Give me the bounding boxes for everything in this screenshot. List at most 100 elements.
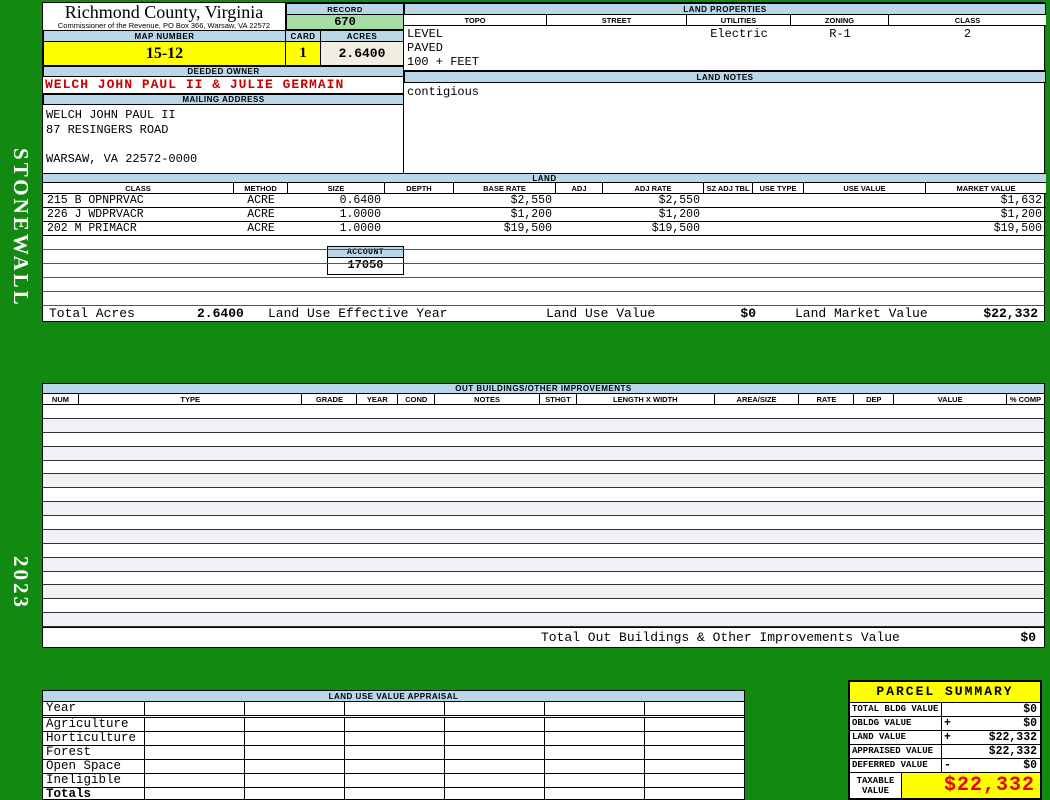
cell-adj (556, 194, 603, 207)
hdr-type: TYPE (79, 394, 303, 404)
out-buildings-total-row: Total Out Buildings & Other Improvements… (43, 627, 1044, 647)
row-label: OBLDG VALUE (850, 717, 942, 730)
address-line: WARSAW, VA 22572-0000 (46, 151, 198, 166)
appraisal-row: Agriculture (43, 718, 744, 732)
out-buildings-empty-rows (43, 405, 1044, 627)
cell-sz-adj-tbl (704, 222, 753, 235)
row-value: $22,332 (988, 731, 1037, 744)
hdr-dep: DEP (854, 394, 895, 404)
appraisal-row: Open Space (43, 760, 744, 774)
cell-use-type (753, 222, 804, 235)
empty-row (43, 236, 1046, 250)
cell-market-value: $1,200 (1000, 208, 1042, 221)
empty-row (43, 292, 1046, 306)
land-table-body: 215 B OPNPRVAC ACRE 0.6400 $2,550 $2,550… (43, 194, 1046, 306)
cell-adj-rate: $2,550 (658, 194, 700, 207)
hdr-length-width: LENGTH X WIDTH (577, 394, 715, 404)
map-number-value: 15-12 (43, 42, 286, 66)
appraisal-title: LAND USE VALUE APPRAISAL (43, 691, 744, 702)
row-operator: + (944, 731, 951, 744)
ob-total-label: Total Out Buildings & Other Improvements… (541, 630, 900, 645)
empty-row (43, 264, 1046, 278)
taxable-value-row: TAXABLE VALUE $22,332 (850, 773, 1040, 798)
cell-adj-rate: $1,200 (658, 208, 700, 221)
cell-use-type (753, 194, 804, 207)
cell-depth (385, 222, 454, 235)
record-box: RECORD 670 (286, 3, 404, 31)
row-operator (942, 745, 954, 758)
summary-row: DEFERRED VALUE - $0 (850, 759, 1040, 773)
cell-adj-rate: $19,500 (651, 222, 700, 235)
land-row: 226 J WDPRVACR ACRE 1.0000 $1,200 $1,200… (43, 208, 1046, 222)
empty-row (43, 585, 1044, 600)
cell-size: 1.0000 (339, 222, 381, 235)
empty-row (43, 543, 1044, 558)
empty-row (43, 613, 1044, 627)
ob-total-value: $0 (1020, 630, 1036, 645)
land-notes-text: contigious (407, 85, 480, 99)
land-properties-title: LAND PROPERTIES (404, 3, 1046, 15)
empty-row (43, 599, 1044, 614)
id-values: 15-12 1 2.6400 (43, 42, 404, 66)
card-label: CARD (286, 31, 321, 42)
land-totals-row: Total Acres 2.6400 Land Use Effective Ye… (43, 306, 1046, 323)
taxable-value-label: TAXABLE VALUE (850, 773, 902, 798)
hdr-use-type: USE TYPE (753, 183, 804, 193)
col-utilities: UTILITIES (687, 15, 791, 25)
commissioner-address: Commissioner of the Revenue, PO Box 366,… (57, 21, 271, 30)
deeded-owner-label: DEEDED OWNER (43, 66, 404, 77)
hdr-grade: GRADE (302, 394, 358, 404)
cell-use-value (804, 194, 926, 207)
row-label: Horticulture (43, 732, 145, 745)
row-label: Forest (43, 746, 145, 759)
empty-row (43, 488, 1044, 503)
empty-row (43, 571, 1044, 586)
land-notes-title: LAND NOTES (404, 71, 1046, 83)
empty-row (43, 418, 1044, 433)
summary-row: TOTAL BLDG VALUE $0 (850, 703, 1040, 717)
land-properties-headers: TOPO STREET UTILITIES ZONING CLASS (404, 15, 1046, 26)
card-value: 1 (286, 42, 321, 66)
hdr-cond: COND (398, 394, 436, 404)
land-use-value: $0 (740, 306, 756, 321)
hdr-area-size: AREA/SIZE (715, 394, 800, 404)
row-value: $0 (1023, 703, 1037, 716)
cell-class: 215 B OPNPRVAC (47, 194, 144, 207)
hdr-year: YEAR (357, 394, 399, 404)
district-label: STONEWALL (9, 148, 33, 308)
col-class: CLASS (954, 15, 981, 25)
row-operator: + (944, 717, 951, 730)
cell-use-type (753, 208, 804, 221)
empty-row (43, 502, 1044, 516)
cell-base-rate: $1,200 (510, 208, 552, 221)
empty-row (43, 405, 1044, 419)
cell-depth (385, 194, 454, 207)
row-value: $0 (1023, 759, 1037, 772)
hdr-notes: NOTES (435, 394, 540, 404)
land-use-value-label: Land Use Value (546, 306, 656, 321)
row-label: Agriculture (43, 718, 145, 731)
empty-row (43, 516, 1044, 530)
hdr-sthgt: STHGT (540, 394, 577, 404)
row-label: DEFERRED VALUE (850, 759, 942, 772)
effective-year-label: Land Use Effective Year (268, 306, 448, 321)
record-value: 670 (286, 15, 404, 30)
appraisal-row: Forest (43, 746, 744, 760)
appraisal-row: Year (43, 702, 744, 716)
cell-depth (385, 208, 454, 221)
address-line (46, 137, 403, 152)
zoning-value: R-1 (829, 27, 851, 41)
hdr-rate: RATE (799, 394, 855, 404)
summary-row: OBLDG VALUE + $0 (850, 717, 1040, 731)
cell-sz-adj-tbl (704, 208, 753, 221)
cell-use-value (804, 222, 926, 235)
hdr-base-rate: BASE RATE (454, 183, 556, 193)
row-value: $0 (1023, 717, 1037, 730)
total-acres-value: 2.6400 (197, 306, 244, 321)
out-buildings-section: OUT BUILDINGS/OTHER IMPROVEMENTS NUM TYP… (42, 383, 1045, 648)
hdr-size: SIZE (288, 183, 385, 193)
hdr-sz-adj-tbl: SZ ADJ TBL (704, 183, 753, 193)
county-title-box: Richmond County, Virginia Commissioner o… (43, 3, 286, 31)
parcel-summary-section: PARCEL SUMMARY TOTAL BLDG VALUE $0 OBLDG… (848, 680, 1042, 800)
empty-row (43, 250, 1046, 264)
